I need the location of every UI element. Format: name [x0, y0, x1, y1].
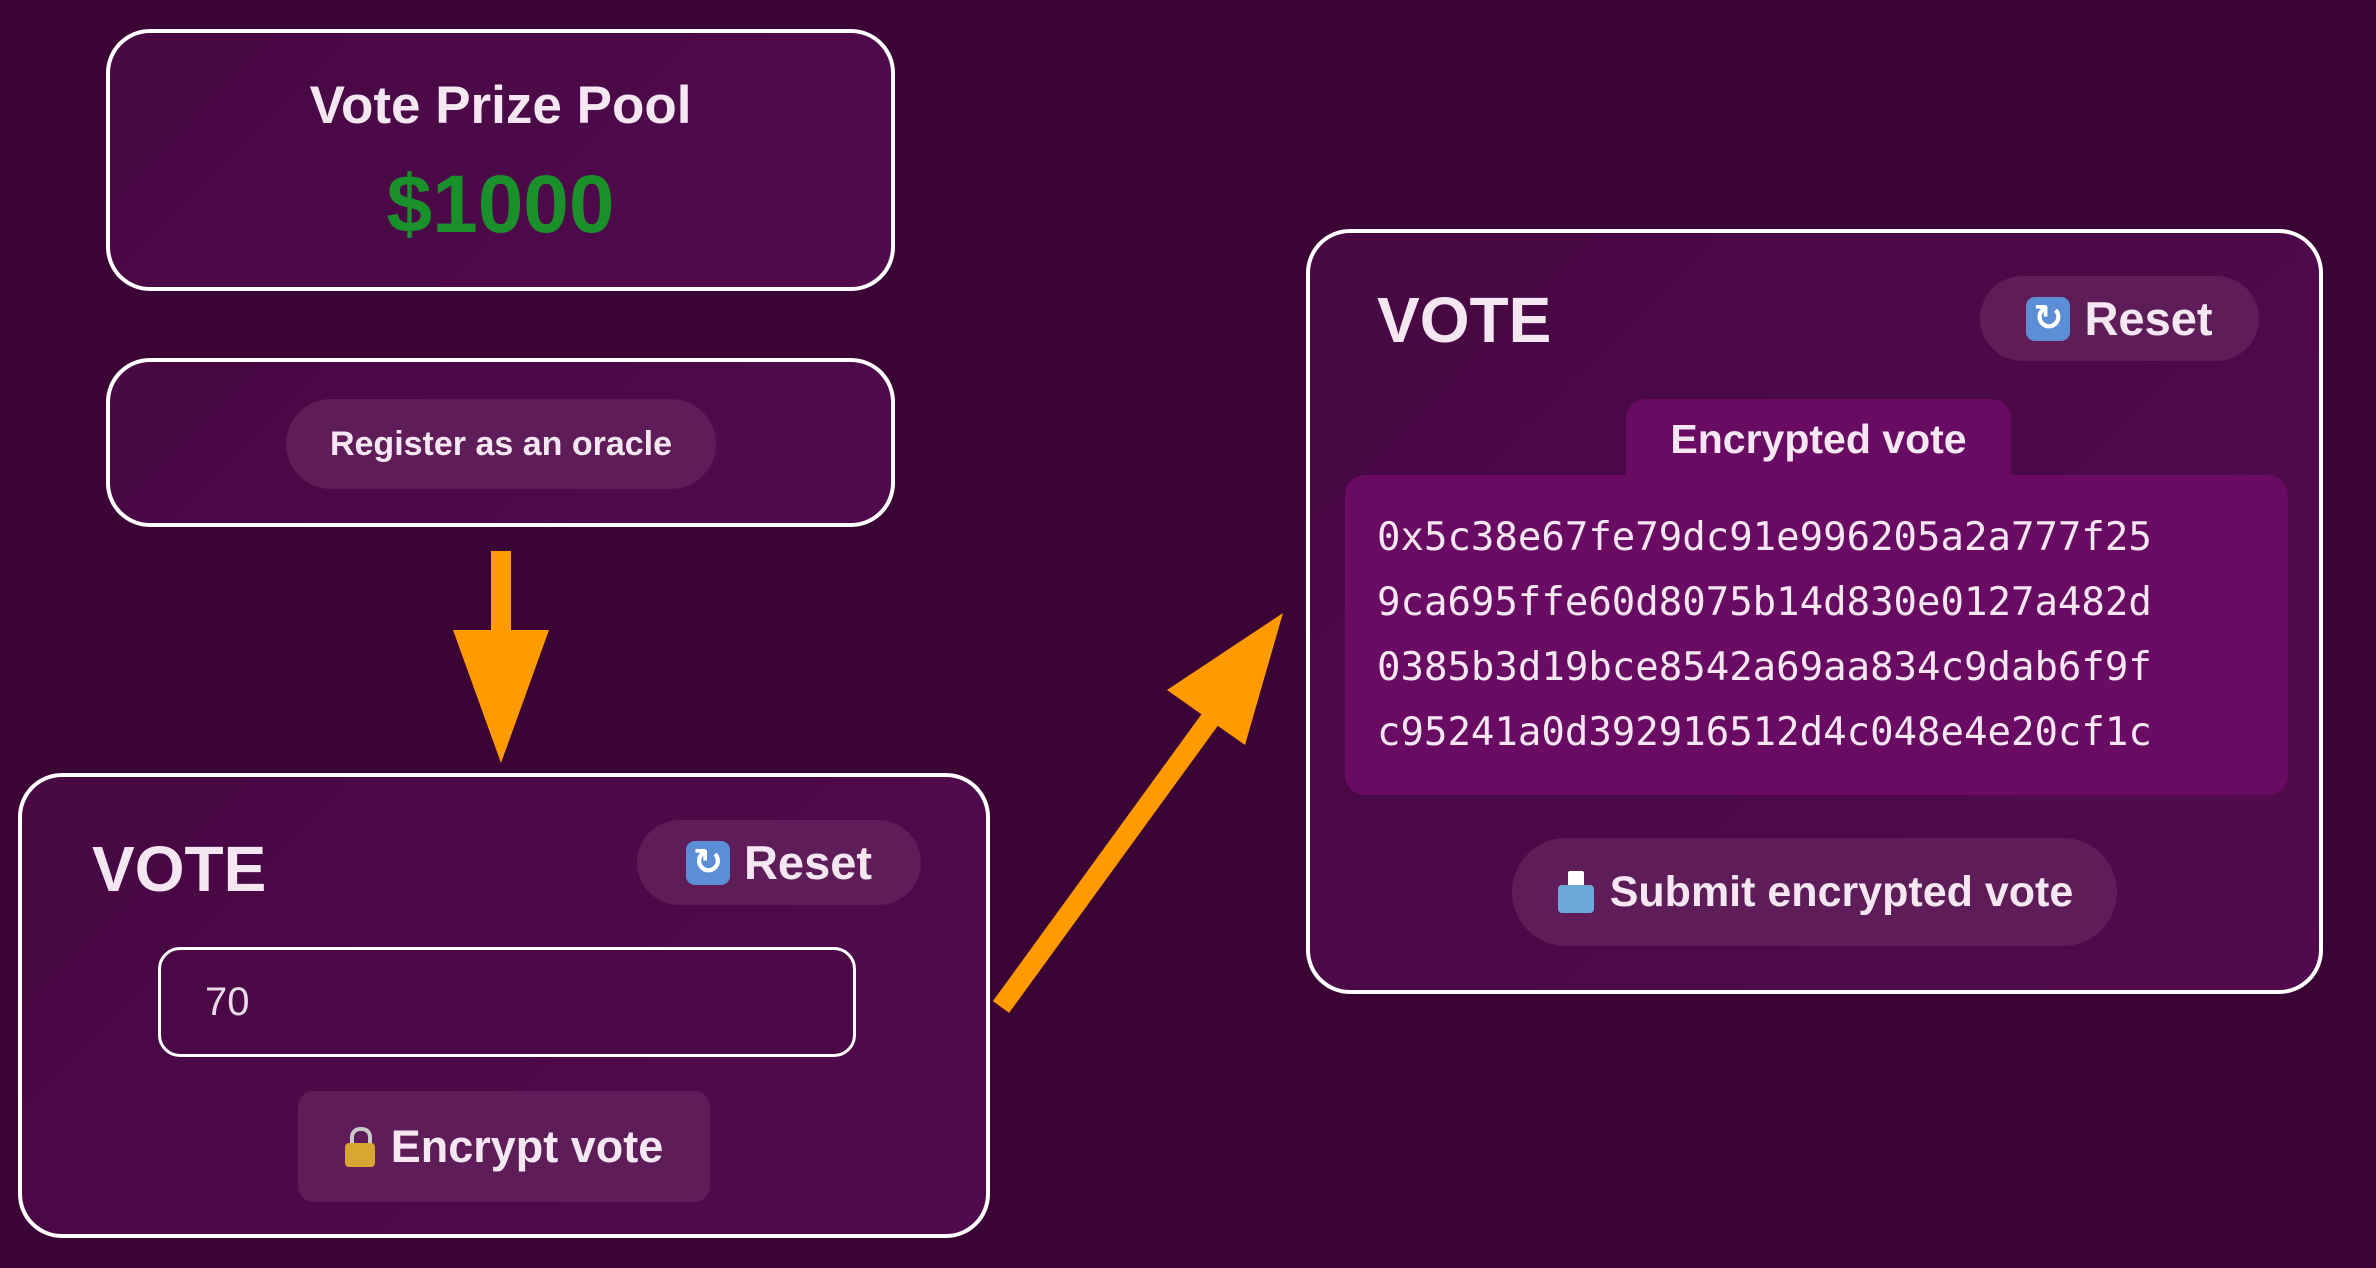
encrypted-vote-line: 0385b3d19bce8542a69aa834c9dab6f9f: [1377, 645, 2152, 690]
encrypted-vote-line: 9ca695ffe60d8075b14d830e0127a482d: [1377, 580, 2152, 625]
encrypted-vote-tab-label: Encrypted vote: [1670, 415, 1967, 462]
register-oracle-button[interactable]: Register as an oracle: [286, 399, 716, 489]
register-oracle-label: Register as an oracle: [329, 424, 673, 463]
vote-heading: VOTE: [1377, 284, 1552, 356]
vote-card-input: VOTE ↻ Reset Encrypt vote: [18, 773, 990, 1238]
encrypted-vote-panel: 0x5c38e67fe79dc91e996205a2a777f25 9ca695…: [1345, 475, 2288, 795]
prize-pool-card: Vote Prize Pool $1000: [106, 29, 895, 291]
vote-input-box: [158, 947, 856, 1057]
reset-button[interactable]: ↻ Reset: [637, 820, 921, 905]
prize-pool-title: Vote Prize Pool: [309, 76, 692, 135]
encrypted-vote-line: 0x5c38e67fe79dc91e996205a2a777f25: [1377, 515, 2152, 560]
diagonal-arrow: [992, 613, 1283, 1013]
encrypt-vote-button[interactable]: Encrypt vote: [298, 1091, 710, 1202]
submit-encrypted-vote-button[interactable]: Submit encrypted vote: [1512, 838, 2117, 946]
reset-button[interactable]: ↻ Reset: [1980, 276, 2259, 361]
vote-heading: VOTE: [92, 833, 267, 905]
reset-label: Reset: [2084, 292, 2213, 345]
lock-icon: [344, 1126, 375, 1167]
encrypted-vote-tab: Encrypted vote: [1626, 399, 2011, 479]
encrypted-vote-line: c95241a0d392916512d4c048e4e20cf1c: [1377, 710, 2152, 755]
arrows-counterclockwise-icon: ↻: [2026, 296, 2071, 341]
reset-label: Reset: [743, 836, 872, 889]
prize-pool-amount: $1000: [386, 159, 615, 250]
vote-input[interactable]: [161, 950, 853, 1054]
down-arrow: [453, 551, 549, 763]
ballot-box-icon: [1556, 871, 1596, 913]
encrypt-vote-label: Encrypt vote: [390, 1120, 664, 1172]
arrows-counterclockwise-icon: ↻: [685, 840, 730, 885]
register-card: Register as an oracle: [106, 358, 895, 527]
vote-card-encrypted: VOTE ↻ Reset Encrypted vote 0x5c38e67fe7…: [1306, 229, 2323, 994]
submit-encrypted-vote-label: Submit encrypted vote: [1609, 867, 2074, 916]
